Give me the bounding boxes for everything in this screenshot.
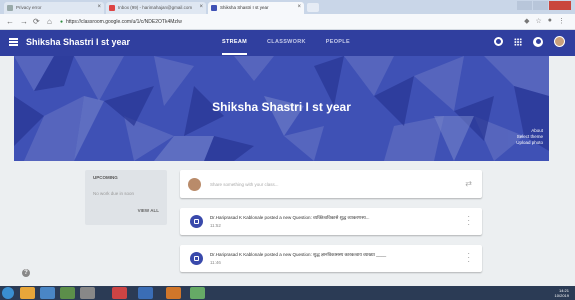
back-icon[interactable]: ← bbox=[6, 17, 14, 26]
apps-grid-icon[interactable] bbox=[514, 37, 522, 46]
system-tray-clock[interactable]: 14:21 10/2019 bbox=[555, 288, 569, 298]
banner-links: About Select theme Upload photo bbox=[516, 128, 543, 146]
close-tab-icon[interactable]: × bbox=[97, 4, 101, 10]
address-icons: ◆ ☆ ● ⋮ bbox=[524, 17, 565, 25]
upcoming-title: UPCOMING bbox=[93, 175, 118, 180]
os-taskbar: 14:21 10/2019 bbox=[0, 286, 575, 300]
more-options-icon[interactable]: · · · bbox=[467, 250, 470, 266]
kebab-menu-icon[interactable]: ⋮ bbox=[558, 17, 565, 25]
app-bar: Shiksha Shastri I st year STREAM CLASSWO… bbox=[0, 30, 575, 56]
warning-icon bbox=[7, 5, 13, 11]
question-icon bbox=[190, 215, 203, 228]
extension-icon[interactable]: ◆ bbox=[524, 17, 529, 25]
class-banner: Shiksha Shastri I st year About Select t… bbox=[14, 56, 549, 161]
browser-tab-active[interactable]: Shiksha Shastri I st year × bbox=[208, 2, 304, 14]
explorer-taskbar-icon[interactable] bbox=[40, 287, 55, 299]
post-time: 11:52 bbox=[210, 223, 221, 228]
banner-title: Shiksha Shastri I st year bbox=[212, 100, 351, 114]
classroom-icon bbox=[211, 5, 217, 11]
question-icon bbox=[190, 252, 203, 265]
post-time: 11:46 bbox=[210, 260, 221, 265]
gmail-icon bbox=[109, 5, 115, 11]
url-field[interactable]: ● https://classroom.google.com/u/1/c/NDE2… bbox=[60, 17, 520, 27]
browser-tab[interactable]: Privacy error × bbox=[4, 2, 104, 14]
stream-post[interactable]: Dr.Hariprasad K Kablonale posted a new Q… bbox=[180, 208, 482, 235]
app-taskbar-icon[interactable] bbox=[80, 287, 95, 299]
lock-icon: ● bbox=[60, 19, 64, 25]
browser-tabstrip: Privacy error × Inbox (99) - harimahajan… bbox=[0, 0, 575, 14]
forward-icon[interactable]: → bbox=[20, 17, 28, 26]
stream-post[interactable]: Dr.Hariprasad K Kablonale posted a new Q… bbox=[180, 245, 482, 272]
hamburger-menu-icon[interactable] bbox=[9, 38, 18, 46]
address-bar: ← → ⟳ ⌂ ● https://classroom.google.com/u/… bbox=[0, 14, 575, 30]
window-controls bbox=[517, 1, 571, 11]
class-title: Shiksha Shastri I st year bbox=[26, 37, 131, 47]
user-avatar[interactable] bbox=[554, 36, 565, 47]
app-taskbar-icon[interactable] bbox=[112, 287, 127, 299]
help-icon[interactable]: ? bbox=[22, 269, 30, 277]
more-options-icon[interactable]: · · · bbox=[467, 213, 470, 229]
class-tabs: STREAM CLASSWORK PEOPLE bbox=[222, 39, 350, 55]
app-taskbar-icon[interactable] bbox=[166, 287, 181, 299]
share-box[interactable]: Share something with your class... ⇄ bbox=[180, 170, 482, 198]
post-text: Dr.Hariprasad K Kablonale posted a new Q… bbox=[210, 215, 370, 220]
home-icon[interactable]: ⌂ bbox=[47, 17, 52, 26]
user-avatar bbox=[188, 178, 201, 191]
settings-gear-icon[interactable] bbox=[494, 37, 503, 46]
view-all-button[interactable]: VIEW ALL bbox=[138, 208, 159, 213]
start-button[interactable] bbox=[2, 287, 14, 299]
post-text: Dr.Hariprasad K Kablonale posted a new Q… bbox=[210, 252, 387, 257]
app-taskbar-icon[interactable] bbox=[138, 287, 153, 299]
close-tab-icon[interactable]: × bbox=[199, 4, 203, 10]
account-circle-icon[interactable] bbox=[533, 36, 543, 47]
tab-people[interactable]: PEOPLE bbox=[326, 39, 350, 55]
maximize-button[interactable] bbox=[533, 1, 548, 10]
upload-photo-link[interactable]: Upload photo bbox=[516, 140, 543, 146]
tab-classwork[interactable]: CLASSWORK bbox=[267, 39, 306, 55]
upcoming-empty-text: No work due in soon bbox=[93, 191, 135, 196]
close-window-button[interactable] bbox=[549, 1, 571, 10]
new-tab-button[interactable] bbox=[307, 3, 319, 12]
close-tab-icon[interactable]: × bbox=[297, 4, 301, 10]
upcoming-panel: UPCOMING No work due in soon VIEW ALL bbox=[85, 170, 167, 225]
appbar-actions bbox=[494, 36, 565, 47]
chrome-taskbar-icon[interactable] bbox=[20, 287, 35, 299]
tab-stream[interactable]: STREAM bbox=[222, 39, 248, 55]
minimize-button[interactable] bbox=[517, 1, 532, 10]
app-taskbar-icon[interactable] bbox=[60, 287, 75, 299]
browser-tab[interactable]: Inbox (99) - harimahajan@gmail.com × bbox=[106, 2, 206, 14]
star-icon[interactable]: ☆ bbox=[535, 17, 541, 25]
repost-icon[interactable]: ⇄ bbox=[465, 179, 472, 188]
share-placeholder: Share something with your class... bbox=[210, 182, 279, 187]
profile-icon[interactable]: ● bbox=[548, 17, 552, 25]
app-taskbar-icon[interactable] bbox=[190, 287, 205, 299]
reload-icon[interactable]: ⟳ bbox=[33, 17, 40, 26]
